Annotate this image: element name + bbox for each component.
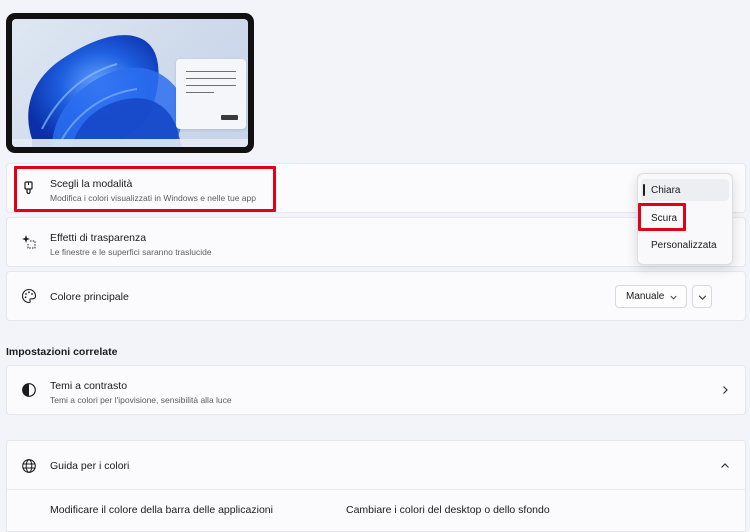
transparency-title: Effetti di trasparenza xyxy=(50,232,147,244)
mode-option-dark[interactable]: Scura xyxy=(641,207,729,229)
chevron-right-icon xyxy=(723,386,728,394)
accent-mode-select[interactable]: Manuale xyxy=(615,285,687,308)
preview-window xyxy=(176,59,246,129)
help-link-taskbar-color[interactable]: Modificare il colore della barra delle a… xyxy=(50,504,273,516)
theme-preview xyxy=(6,13,254,153)
mode-subtitle: Modifica i colori visualizzati in Window… xyxy=(50,193,256,203)
mode-title: Scegli la modalità xyxy=(50,178,133,190)
globe-icon xyxy=(22,459,36,473)
help-title: Guida per i colori xyxy=(50,460,130,472)
palette-icon xyxy=(21,288,37,304)
preview-screen xyxy=(12,19,248,147)
chevron-down-icon xyxy=(670,295,677,300)
chevron-down-icon xyxy=(698,295,707,301)
transparency-sparkle-icon xyxy=(22,235,36,249)
transparency-subtitle: Le finestre e le superfici saranno trasl… xyxy=(50,247,212,257)
mode-setting-card[interactable]: Scegli la modalità Modifica i colori vis… xyxy=(6,163,746,213)
color-help-card[interactable]: Guida per i colori xyxy=(6,440,746,532)
transparency-setting-card[interactable]: Effetti di trasparenza Le finestre e le … xyxy=(6,217,746,267)
contrast-title: Temi a contrasto xyxy=(50,380,128,392)
accent-title: Colore principale xyxy=(50,291,129,303)
chevron-up-icon[interactable] xyxy=(719,460,731,472)
contrast-themes-card[interactable]: Temi a contrasto Temi a colori per l'ipo… xyxy=(6,365,746,415)
contrast-subtitle: Temi a colori per l'ipovisione, sensibil… xyxy=(50,395,232,405)
preview-taskbar xyxy=(12,139,248,147)
mode-option-custom[interactable]: Personalizzata xyxy=(641,234,729,256)
related-settings-header: Impostazioni correlate xyxy=(6,346,118,358)
accent-expand-button[interactable] xyxy=(692,285,712,308)
mode-option-light[interactable]: Chiara xyxy=(641,179,729,201)
contrast-half-circle-icon xyxy=(22,383,36,397)
accent-select-value: Manuale xyxy=(626,291,665,302)
help-divider xyxy=(7,489,745,490)
mode-dropdown-menu: Chiara Scura Personalizzata xyxy=(637,173,733,265)
help-link-desktop-colors[interactable]: Cambiare i colori del desktop o dello sf… xyxy=(346,504,550,516)
brush-icon xyxy=(24,181,33,195)
